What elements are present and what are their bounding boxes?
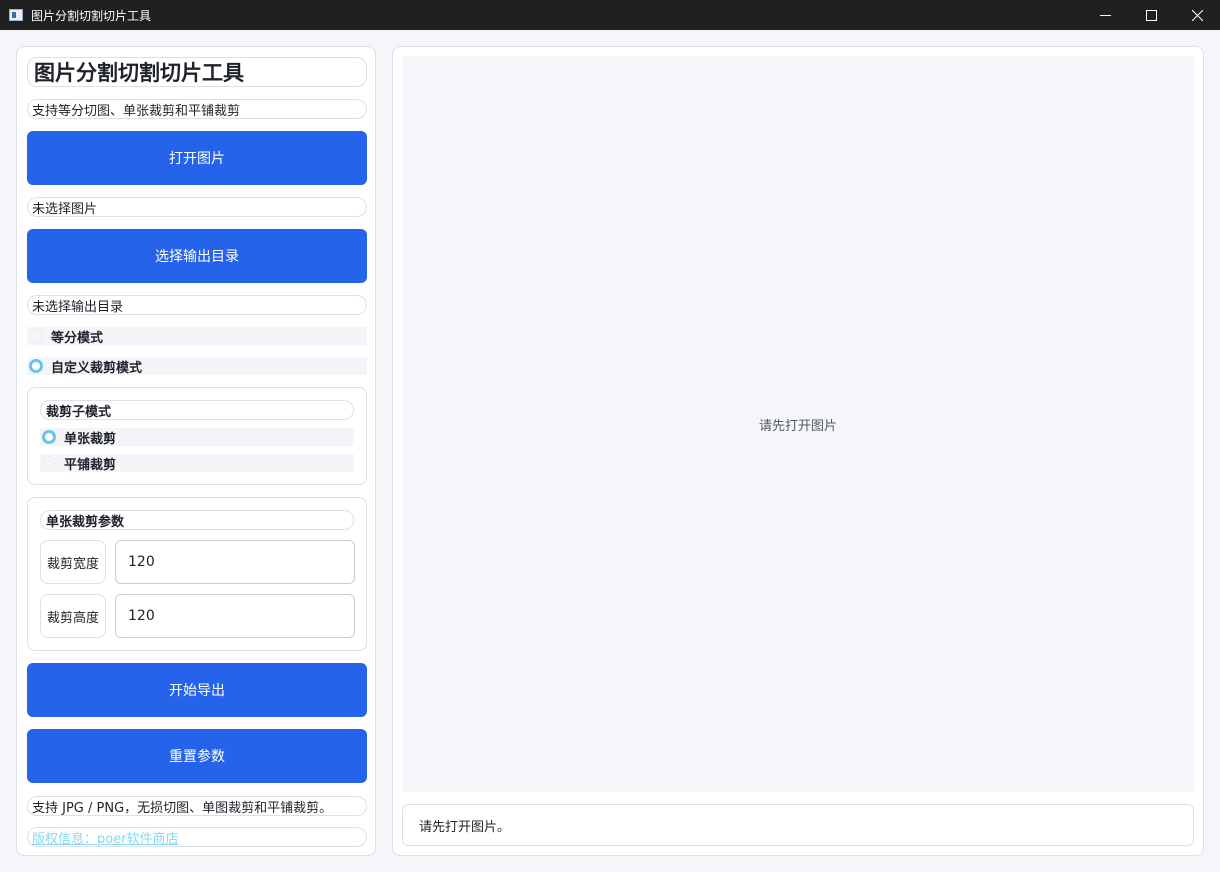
single-crop-params-title: 单张裁剪参数: [40, 510, 354, 530]
radio-unchecked-icon: [29, 329, 43, 343]
mode-label-custom: 自定义裁剪模式: [51, 360, 143, 376]
close-button[interactable]: [1174, 0, 1220, 30]
title-bar: 图片分割切割切片工具: [0, 0, 1220, 30]
preview-panel: 请先打开图片 请先打开图片。: [392, 46, 1204, 856]
minimize-button[interactable]: [1082, 0, 1128, 30]
submode-radio-single[interactable]: 单张裁剪: [40, 428, 354, 447]
close-icon: [1191, 9, 1203, 21]
app-subtitle: 支持等分切图、单张裁剪和平铺裁剪: [27, 99, 367, 119]
mode-label-equal: 等分模式: [51, 330, 104, 346]
crop-height-label: 裁剪高度: [40, 594, 106, 638]
control-panel: 图片分割切割切片工具 支持等分切图、单张裁剪和平铺裁剪 打开图片 未选择图片 选…: [16, 46, 376, 856]
choose-output-dir-button[interactable]: 选择输出目录: [27, 229, 367, 283]
single-crop-params-group: 单张裁剪参数 裁剪宽度 裁剪高度: [27, 497, 367, 651]
open-image-button[interactable]: 打开图片: [27, 131, 367, 185]
mode-radio-equal[interactable]: 等分模式: [27, 327, 367, 346]
crop-width-label: 裁剪宽度: [40, 540, 106, 584]
minimize-icon: [1099, 14, 1111, 16]
image-status: 未选择图片: [27, 197, 367, 217]
status-bar: 请先打开图片。: [402, 804, 1194, 846]
submode-radio-tile[interactable]: 平铺裁剪: [40, 454, 354, 473]
status-message: 请先打开图片。: [419, 819, 511, 835]
window-controls: [1082, 0, 1220, 30]
maximize-icon: [1145, 9, 1157, 21]
copyright-link[interactable]: 版权信息：poer软件商店: [27, 827, 367, 847]
submode-label-single: 单张裁剪: [64, 431, 117, 447]
preview-placeholder: 请先打开图片: [758, 418, 837, 434]
radio-checked-icon: [29, 359, 43, 373]
start-export-button[interactable]: 开始导出: [27, 663, 367, 717]
reset-params-button[interactable]: 重置参数: [27, 729, 367, 783]
maximize-button[interactable]: [1128, 0, 1174, 30]
crop-width-input[interactable]: [115, 540, 355, 584]
format-support-note: 支持 JPG / PNG，无损切图、单图裁剪和平铺裁剪。: [27, 796, 367, 816]
submode-label-tile: 平铺裁剪: [64, 457, 117, 473]
app-heading: 图片分割切割切片工具: [27, 57, 367, 87]
crop-submode-group: 裁剪子模式 单张裁剪 平铺裁剪: [27, 387, 367, 485]
crop-height-input[interactable]: [115, 594, 355, 638]
output-dir-status: 未选择输出目录: [27, 295, 367, 315]
window-title: 图片分割切割切片工具: [31, 8, 152, 23]
radio-unchecked-icon: [42, 456, 56, 470]
crop-submode-title: 裁剪子模式: [40, 400, 354, 420]
app-icon: [9, 9, 23, 21]
mode-radio-custom[interactable]: 自定义裁剪模式: [27, 357, 367, 376]
radio-checked-icon: [42, 430, 56, 444]
image-preview-area[interactable]: 请先打开图片: [402, 56, 1194, 792]
